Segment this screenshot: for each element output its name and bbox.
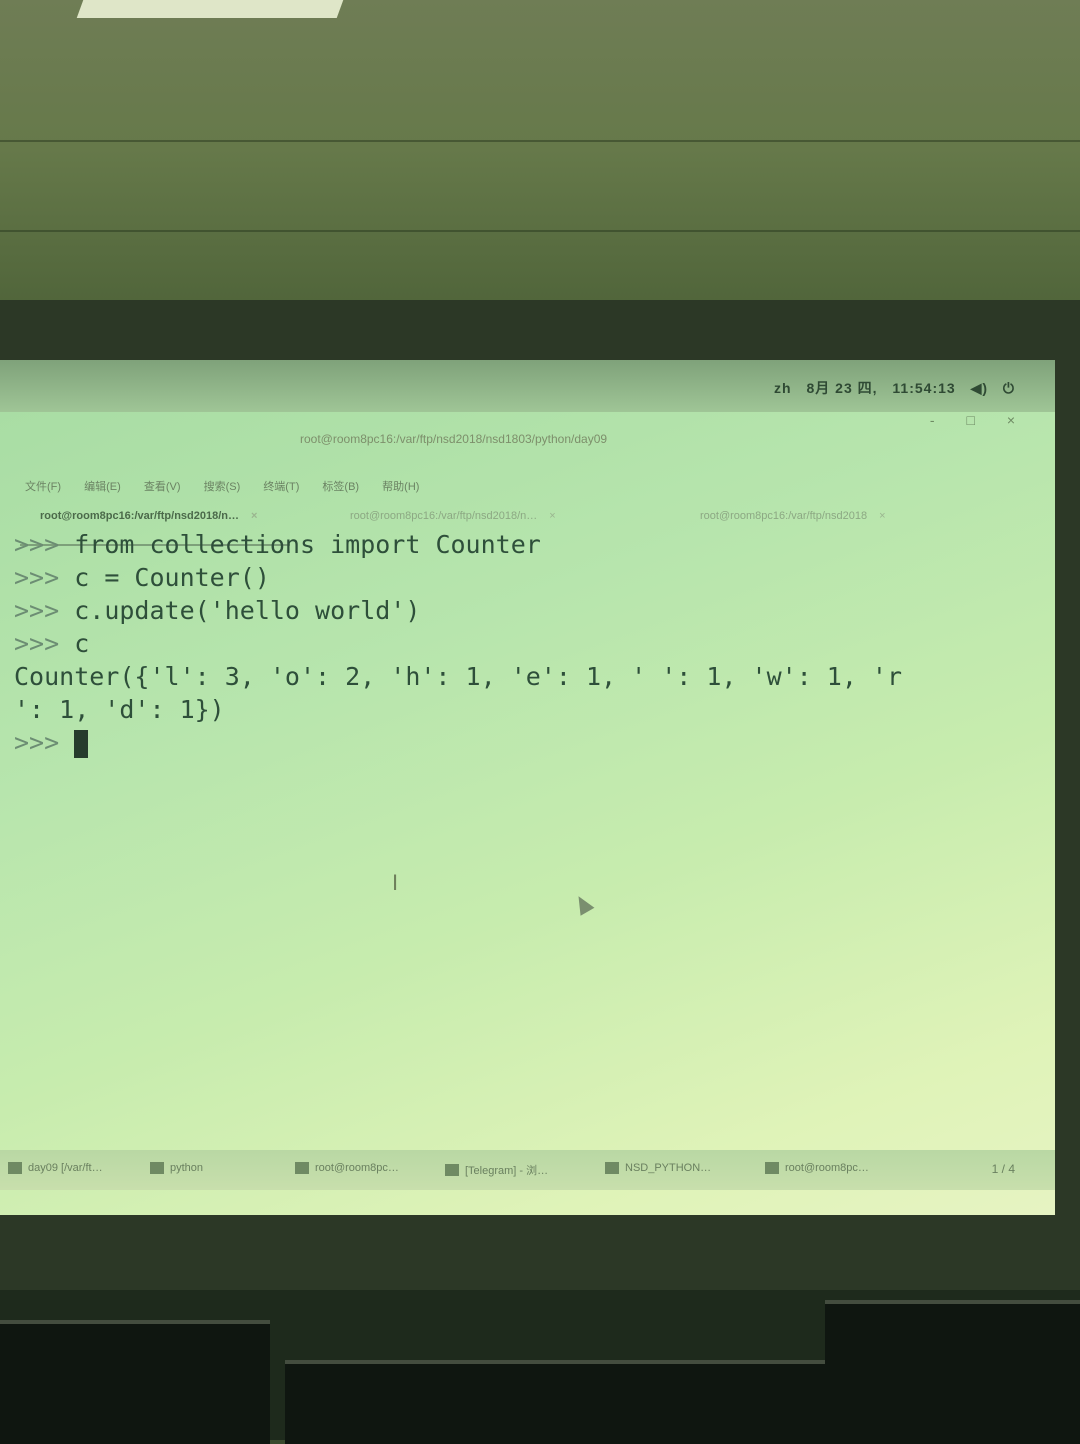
tab-close-icon[interactable]: × <box>549 510 555 522</box>
maximize-button[interactable]: □ <box>966 412 974 428</box>
menu-terminal[interactable]: 终端(T) <box>263 481 299 493</box>
tab-label: root@room8pc16:/var/ftp/nsd2018/n… <box>350 510 538 522</box>
terminal-line: ': 1, 'd': 1}) <box>14 693 1034 726</box>
terminal-icon <box>765 1162 779 1174</box>
menu-tabs[interactable]: 标签(B) <box>322 481 359 493</box>
tab-label: root@room8pc16:/var/ftp/nsd2018 <box>700 510 868 522</box>
tab-3[interactable]: root@room8pc16:/var/ftp/nsd2018 × <box>700 510 886 522</box>
output-text: ': 1, 'd': 1}) <box>14 695 225 724</box>
ceiling-light <box>76 0 344 18</box>
room-monitor <box>825 1300 1080 1444</box>
menu-bar: 文件(F) 编辑(E) 查看(V) 搜索(S) 终端(T) 标签(B) 帮助(H… <box>25 478 439 494</box>
taskbar-item[interactable]: [Telegram] - 浏… <box>445 1162 548 1178</box>
ibeam-cursor-icon: I <box>392 870 399 895</box>
ceiling <box>0 0 1080 330</box>
menu-help[interactable]: 帮助(H) <box>382 481 419 493</box>
terminal-line: >>> <box>14 726 1034 759</box>
top-panel: zh 8月 23 四, 11:54:13 ◀) ⏻ <box>0 360 1055 412</box>
tab-close-icon[interactable]: × <box>879 510 885 522</box>
folder-icon <box>150 1162 164 1174</box>
date-label: 8月 23 四, <box>806 380 878 396</box>
terminal-line: >>> c.update('hello world') <box>14 594 1034 627</box>
terminal-line: Counter({'l': 3, 'o': 2, 'h': 1, 'e': 1,… <box>14 660 1034 693</box>
room-monitor <box>0 1320 270 1444</box>
terminal-line: >>> c <box>14 627 1034 660</box>
command-text: c <box>74 629 90 658</box>
command-text: c.update('hello world') <box>74 596 421 625</box>
taskbar-item-label: python <box>170 1162 204 1174</box>
tab-1[interactable]: root@room8pc16:/var/ftp/nsd2018/n… × <box>40 510 257 522</box>
menu-search[interactable]: 搜索(S) <box>204 481 241 493</box>
taskbar-item-label: day09 [/var/ft… <box>28 1162 103 1174</box>
tab-close-icon[interactable]: × <box>251 510 257 522</box>
terminal-icon <box>295 1162 309 1174</box>
projected-desktop: zh 8月 23 四, 11:54:13 ◀) ⏻ root@room8pc16… <box>0 360 1055 1215</box>
command-text: from collections import Counter <box>74 530 541 559</box>
time-label: 11:54:13 <box>892 380 956 396</box>
prompt: >>> <box>14 530 75 559</box>
menu-view[interactable]: 查看(V) <box>144 481 181 493</box>
taskbar-item-label: [Telegram] - 浏… <box>465 1165 549 1177</box>
power-icon[interactable]: ⏻ <box>1003 380 1015 396</box>
taskbar-item-label: root@room8pc… <box>315 1162 399 1174</box>
tab-label: root@room8pc16:/var/ftp/nsd2018/n… <box>40 510 239 522</box>
terminal-line: >>> from collections import Counter <box>14 528 1034 561</box>
menu-file[interactable]: 文件(F) <box>25 481 61 493</box>
close-button[interactable]: × <box>1007 412 1015 428</box>
taskbar-item[interactable]: root@room8pc… <box>765 1162 869 1174</box>
workspace-pager[interactable]: 1 / 4 <box>992 1162 1015 1176</box>
command-text: c = Counter() <box>74 563 270 592</box>
taskbar-item[interactable]: day09 [/var/ft… <box>8 1162 103 1174</box>
panel-status: zh 8月 23 四, 11:54:13 ◀) ⏻ <box>764 378 1015 398</box>
browser-icon <box>445 1164 459 1176</box>
tab-2[interactable]: root@room8pc16:/var/ftp/nsd2018/n… × <box>350 510 556 522</box>
ceiling-tile-line <box>0 140 1080 142</box>
menu-edit[interactable]: 编辑(E) <box>84 481 121 493</box>
input-method-indicator[interactable]: zh <box>774 380 792 396</box>
window-controls: - □ × <box>902 412 1015 428</box>
ceiling-tile-line <box>0 230 1080 232</box>
taskbar-item[interactable]: python <box>150 1162 203 1174</box>
terminal-output[interactable]: >>> from collections import Counter >>> … <box>14 528 1034 1128</box>
output-text: Counter({'l': 3, 'o': 2, 'h': 1, 'e': 1,… <box>14 662 903 691</box>
prompt: >>> <box>14 728 75 757</box>
text-cursor <box>74 730 89 758</box>
window-title: root@room8pc16:/var/ftp/nsd2018/nsd1803/… <box>300 432 608 446</box>
terminal-tabs: root@room8pc16:/var/ftp/nsd2018/n… × root… <box>20 500 1030 530</box>
taskbar: day09 [/var/ft… python root@room8pc… [Te… <box>0 1150 1055 1190</box>
minimize-button[interactable]: - <box>930 412 935 428</box>
volume-icon[interactable]: ◀) <box>971 380 988 396</box>
taskbar-item[interactable]: NSD_PYTHON… <box>605 1162 711 1174</box>
window-icon <box>8 1162 22 1174</box>
room-foreground <box>0 1290 1080 1444</box>
terminal-line: >>> c = Counter() <box>14 561 1034 594</box>
folder-icon <box>605 1162 619 1174</box>
prompt: >>> <box>14 629 75 658</box>
taskbar-item[interactable]: root@room8pc… <box>295 1162 399 1174</box>
taskbar-item-label: NSD_PYTHON… <box>625 1162 712 1174</box>
prompt: >>> <box>14 596 75 625</box>
taskbar-item-label: root@room8pc… <box>785 1162 869 1174</box>
prompt: >>> <box>14 563 75 592</box>
room-monitor <box>285 1360 885 1444</box>
